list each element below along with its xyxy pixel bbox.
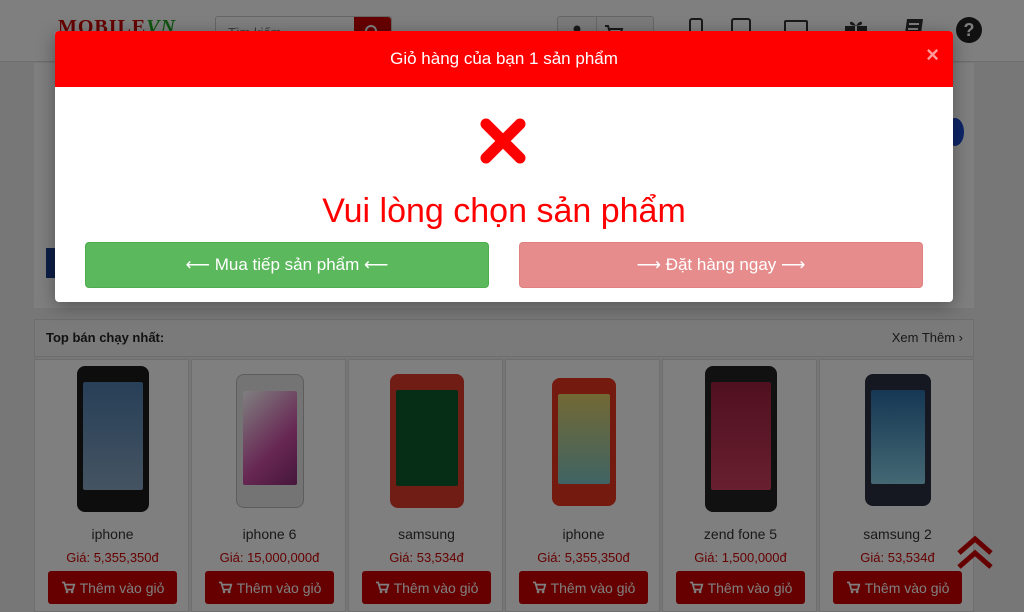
modal-header: Giỏ hàng của bạn 1 sản phẩm × [55,31,953,87]
cart-modal: Giỏ hàng của bạn 1 sản phẩm × Vui lòng c… [55,31,953,302]
order-now-button[interactable]: ⟶ Đặt hàng ngay ⟶ [519,242,923,288]
close-icon[interactable]: × [926,44,939,66]
error-x-icon [480,118,526,164]
modal-message: Vui lòng chọn sản phẩm [322,192,686,230]
modal-title: Giỏ hàng của bạn 1 sản phẩm [390,49,618,68]
continue-shopping-button[interactable]: ⟵ Mua tiếp sản phẩm ⟵ [85,242,489,288]
